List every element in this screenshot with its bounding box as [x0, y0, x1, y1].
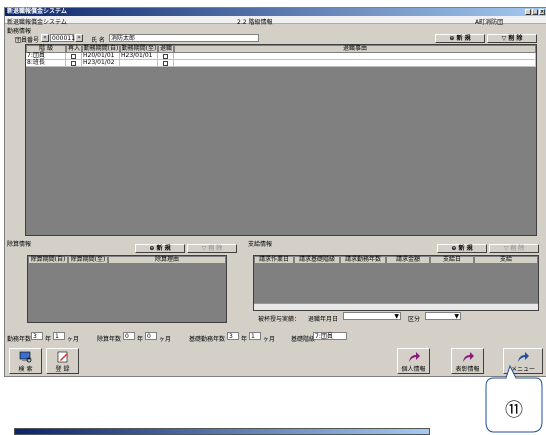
payment-section-label: 支給情報 — [248, 241, 273, 248]
class-select[interactable]: ▼ — [425, 312, 461, 320]
year-unit: 年 — [137, 336, 144, 343]
app-name: 新退職報償金システム — [7, 19, 67, 26]
row1-end[interactable]: H23/01/01 — [120, 53, 158, 60]
excl-years-label: 除算年数 — [97, 336, 122, 343]
row2-reason[interactable] — [174, 60, 536, 67]
excl-months-field: 0 — [145, 332, 157, 340]
base-rank-field: 7:団員 — [313, 332, 347, 340]
pay-col-amount: 請求金額 — [386, 256, 430, 264]
pay-col-pay: 支給 — [474, 256, 538, 264]
base-months-field: 1 — [249, 332, 261, 340]
triangle-down-icon: ▽ — [201, 245, 207, 252]
app-window: 新退職報償金システム _ □ × 新退職報償金システム 2.2 階級情報 A町消… — [4, 7, 546, 377]
row2-end[interactable] — [120, 60, 158, 67]
payment-new-button[interactable]: ⊕ 新 規 — [437, 244, 487, 253]
record-label: 被杯授与実績： — [258, 316, 301, 323]
plus-icon: ⊕ — [149, 245, 155, 252]
exclusion-delete-button[interactable]: ▽ 削 除 — [187, 244, 237, 253]
dropdown-arrow-icon: ▼ — [454, 313, 459, 320]
month-unit: ヶ月 — [159, 336, 172, 343]
duty-new-button[interactable]: ⊕ 新 規 — [435, 34, 485, 43]
name-label: 氏 名 — [91, 37, 105, 44]
maximize-button[interactable]: □ — [532, 9, 538, 15]
callout-bubble: ⑪ — [485, 364, 543, 433]
triangle-down-icon: ▽ — [503, 245, 509, 252]
triangle-down-icon: ▽ — [501, 35, 507, 42]
row2-retired-checkbox[interactable] — [163, 61, 168, 66]
excl-years-field: 0 — [123, 332, 135, 340]
next-window-titlebar — [14, 428, 430, 435]
member-no-field[interactable]: 000011 — [50, 34, 75, 42]
callout-number: ⑪ — [505, 400, 523, 421]
pay-col-paydate: 支給日 — [430, 256, 474, 264]
plus-icon: ⊕ — [449, 35, 455, 42]
plus-icon: ⊕ — [451, 245, 457, 252]
personal-info-button[interactable]: 個人情報 — [397, 348, 430, 374]
retire-ym-select[interactable]: ▼ — [343, 312, 401, 320]
name-field[interactable]: 消防太郎 — [109, 34, 259, 42]
prev-member-button[interactable]: « — [41, 34, 49, 42]
month-unit: ヶ月 — [67, 336, 80, 343]
payment-grid: 請求作業日 請求基礎階級 請求勤務年数 請求金額 支給日 支給 — [253, 255, 539, 311]
excl-col-start: 除算期間(自) — [28, 256, 68, 264]
register-icon — [57, 351, 68, 363]
row2-start[interactable]: H23/01/02 — [82, 60, 120, 67]
duty-section-label: 勤務情報 — [7, 28, 32, 35]
screen-title: 2.2 階級情報 — [237, 19, 273, 26]
row1-retired-checkbox[interactable] — [163, 54, 168, 59]
window-title: 新退職報償金システム — [7, 8, 67, 15]
retire-ym-label: 退職年月日 — [308, 316, 339, 323]
base-years-field: 3 — [227, 332, 239, 340]
class-label: 区分 — [408, 316, 421, 323]
excl-col-reason: 除算理由 — [108, 256, 226, 264]
exclusion-grid: 除算期間(自) 除算期間(至) 除算理由 — [27, 255, 227, 323]
arrow-icon — [408, 352, 420, 362]
pay-col-rank: 請求基礎階級 — [294, 256, 340, 264]
col-reason: 退職事由 — [174, 45, 536, 53]
header-bar: 新退職報償金システム 2.2 階級情報 A町消防団 — [5, 16, 546, 26]
dropdown-arrow-icon: ▼ — [394, 313, 399, 320]
title-bar: 新退職報償金システム _ □ × — [5, 8, 546, 16]
row1-reason[interactable] — [174, 53, 536, 60]
payment-delete-button[interactable]: ▽ 削 除 — [489, 244, 539, 253]
row2-rank[interactable]: 8:班長 — [26, 60, 66, 67]
base-years-label: 基礎勤務年数 — [189, 336, 226, 343]
exclusion-new-button[interactable]: ⊕ 新 規 — [135, 244, 185, 253]
work-years-field: 3 — [31, 332, 43, 340]
pay-col-date: 請求作業日 — [254, 256, 294, 264]
work-years-label: 勤務年数 — [7, 336, 32, 343]
row1-reentry-checkbox[interactable] — [71, 54, 76, 59]
year-unit: 年 — [241, 336, 248, 343]
org-name: A町消防団 — [475, 19, 504, 26]
pay-col-years: 請求勤務年数 — [340, 256, 386, 264]
col-reentry: 再入 — [66, 45, 82, 53]
month-unit: ヶ月 — [263, 336, 276, 343]
search-icon — [19, 351, 31, 363]
row2-reentry-checkbox[interactable] — [71, 61, 76, 66]
arrow-icon — [462, 352, 474, 362]
register-button[interactable]: 登 録 — [46, 348, 79, 374]
search-button[interactable]: 検 索 — [9, 348, 42, 374]
duty-grid: 階 級 再入 勤務期間(自) 勤務期間(至) 退職 退職事由 7:団員 H20/… — [25, 44, 537, 236]
excl-col-end: 除算期間(至) — [68, 256, 108, 264]
year-unit: 年 — [45, 336, 52, 343]
minimize-button[interactable]: _ — [525, 9, 531, 15]
close-button[interactable]: × — [539, 9, 545, 15]
work-months-field: 1 — [53, 332, 65, 340]
col-retired: 退職 — [158, 45, 174, 53]
next-member-button[interactable]: » — [75, 34, 83, 42]
base-rank-label: 基礎階級 — [291, 336, 316, 343]
exclusion-section-label: 除算情報 — [7, 241, 32, 248]
member-no-label: 団員番号 — [15, 37, 40, 44]
payment-scrollbar[interactable] — [254, 303, 538, 310]
duty-delete-button[interactable]: ▽ 削 除 — [487, 34, 537, 43]
